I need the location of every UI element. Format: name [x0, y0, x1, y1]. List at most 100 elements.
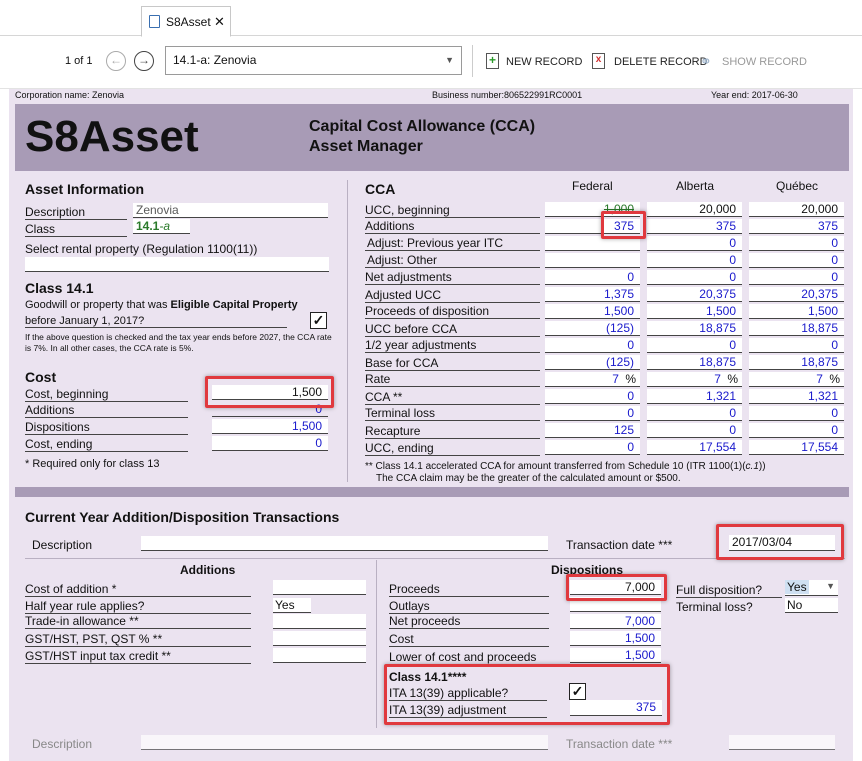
terminal-loss-alberta: 0	[647, 406, 742, 421]
cca-table: UCC, beginning 1,000 20,000 20,000 Addition…	[365, 202, 845, 457]
transactions-heading: Current Year Addition/Disposition Transa…	[25, 509, 340, 525]
class-suffix: -a	[159, 219, 171, 233]
recapture-quebec: 0	[749, 423, 844, 438]
half-year-rule-select[interactable]: Yes	[273, 598, 311, 613]
list-item: Cost 1,500	[389, 631, 664, 648]
additions-heading: Additions	[180, 563, 236, 577]
half-year-adj-federal: 0	[545, 338, 640, 353]
cca-quebec[interactable]: 1,321	[749, 389, 844, 404]
net-adjustments-quebec: 0	[749, 270, 844, 285]
list-item: Cost of addition *	[25, 580, 367, 597]
terminal-loss-select[interactable]: No	[785, 598, 838, 613]
cca-row-label: UCC, beginning	[365, 203, 540, 218]
cost-row: Cost, ending 0	[25, 436, 330, 453]
cca-row-label: Base for CCA	[365, 356, 540, 371]
cca-federal[interactable]: 0	[545, 389, 640, 404]
next-description-input[interactable]	[141, 735, 548, 750]
half-year-rule-label: Half year rule applies?	[25, 599, 251, 614]
tab-s8asset[interactable]: S8Asset ✕	[141, 6, 231, 37]
lower-of-cost-value: 1,500	[570, 648, 661, 663]
cca-footnote-1: ** Class 14.1 accelerated CCA for amount…	[365, 461, 766, 472]
highlight-cost-beginning	[205, 376, 334, 408]
column-divider	[347, 180, 348, 482]
terminal-loss-label: Terminal loss?	[676, 600, 753, 614]
adjusted-ucc-alberta: 20,375	[647, 287, 742, 302]
base-for-cca-federal: (125)	[545, 355, 640, 370]
net-proceeds-label: Net proceeds	[389, 614, 549, 629]
cca-row-label: UCC before CCA	[365, 322, 540, 337]
link-icon: ⚭	[700, 53, 712, 69]
record-count: 1 of 1	[65, 55, 93, 67]
close-icon[interactable]: ✕	[214, 7, 225, 37]
trade-in-input[interactable]	[273, 614, 366, 629]
proceeds-label: Proceeds	[389, 582, 549, 597]
highlight-transaction-date	[716, 524, 844, 560]
adjust-other-alberta: 0	[647, 253, 742, 268]
adjust-other-federal[interactable]	[545, 253, 640, 268]
ucc-before-cca-quebec: 18,875	[749, 321, 844, 336]
cca-rate-note: If the above question is checked and the…	[25, 332, 332, 353]
cca-heading: CCA	[365, 181, 396, 197]
next-date-input[interactable]	[729, 735, 835, 750]
full-disposition-value: Yes	[785, 580, 809, 594]
cca-row: Adjusted UCC 1,375 20,375 20,375	[365, 287, 845, 304]
gst-credit-input[interactable]	[273, 648, 366, 663]
record-select[interactable]: 14.1-a: Zenovia ▼	[165, 46, 462, 75]
class-141-heading: Class 14.1	[25, 280, 94, 296]
terminal-loss-federal: 0	[545, 406, 640, 421]
class-value: 14.1	[136, 219, 160, 233]
rate-alberta: 7 %	[647, 372, 742, 387]
delete-record-label: DELETE RECORD	[614, 56, 708, 68]
cost-row-label: Additions	[25, 403, 188, 418]
ucc-beginning-alberta[interactable]: 20,000	[647, 202, 742, 217]
ucc-beginning-quebec[interactable]: 20,000	[749, 202, 844, 217]
adjust-itc-quebec: 0	[749, 236, 844, 251]
eligible-capital-question: Goodwill or property that was Eligible C…	[25, 299, 298, 311]
ucc-ending-alberta: 17,554	[647, 440, 742, 455]
cca-row: CCA ** 0 1,321 1,321	[365, 389, 845, 406]
outlays-label: Outlays	[389, 599, 549, 614]
list-item: GST/HST input tax credit **	[25, 648, 367, 665]
class-input[interactable]: 14.1-a	[133, 219, 190, 234]
next-record-icon[interactable]: →	[134, 51, 154, 71]
next-date-label: Transaction date ***	[566, 737, 673, 751]
toolbar-divider	[472, 45, 473, 77]
description-label: Description	[25, 205, 127, 220]
cca-row-label: Recapture	[365, 424, 540, 439]
previous-record-icon[interactable]: ←	[106, 51, 126, 71]
new-record-icon: +	[486, 53, 499, 69]
full-disposition-label: Full disposition?	[676, 583, 782, 598]
list-item: GST/HST, PST, QST % **	[25, 631, 367, 648]
col-quebec: Québec	[776, 179, 819, 193]
adjust-other-quebec: 0	[749, 253, 844, 268]
full-disposition-select[interactable]: Yes ▼	[785, 580, 838, 596]
cca-row: Rate 7 % 7 % 7 %	[365, 372, 845, 389]
cca-alberta[interactable]: 1,321	[647, 389, 742, 404]
class-label: Class	[25, 222, 127, 237]
eligible-capital-checkbox[interactable]: ✓	[310, 312, 327, 329]
gst-percent-input[interactable]	[273, 631, 366, 646]
new-record-label: NEW RECORD	[506, 56, 583, 68]
list-item: Lower of cost and proceeds 1,500	[389, 648, 664, 665]
cca-row: Base for CCA (125) 18,875 18,875	[365, 355, 845, 372]
transaction-description-input[interactable]	[141, 536, 548, 551]
cost-of-addition-input[interactable]	[273, 580, 366, 595]
asset-info-heading: Asset Information	[25, 181, 145, 197]
cost-row-label: Cost, ending	[25, 437, 188, 452]
additions-quebec: 375	[749, 219, 844, 234]
description-input[interactable]: Zenovia	[133, 203, 328, 218]
list-item: Trade-in allowance **	[25, 614, 367, 631]
highlight-class-141	[384, 664, 670, 725]
cca-row: Recapture 125 0 0	[365, 423, 845, 440]
business-number: Business number:806522991RC0001	[432, 90, 583, 100]
cost-row-label: Dispositions	[25, 420, 188, 435]
half-year-adj-quebec: 0	[749, 338, 844, 353]
chevron-down-icon: ▼	[826, 581, 835, 591]
cost-row: Dispositions 1,500	[25, 419, 330, 436]
net-adjustments-federal: 0	[545, 270, 640, 285]
gst-credit-label: GST/HST input tax credit **	[25, 649, 251, 664]
half-year-adj-alberta: 0	[647, 338, 742, 353]
rental-property-input[interactable]	[25, 257, 329, 272]
recapture-alberta: 0	[647, 423, 742, 438]
recapture-federal: 125	[545, 423, 640, 438]
